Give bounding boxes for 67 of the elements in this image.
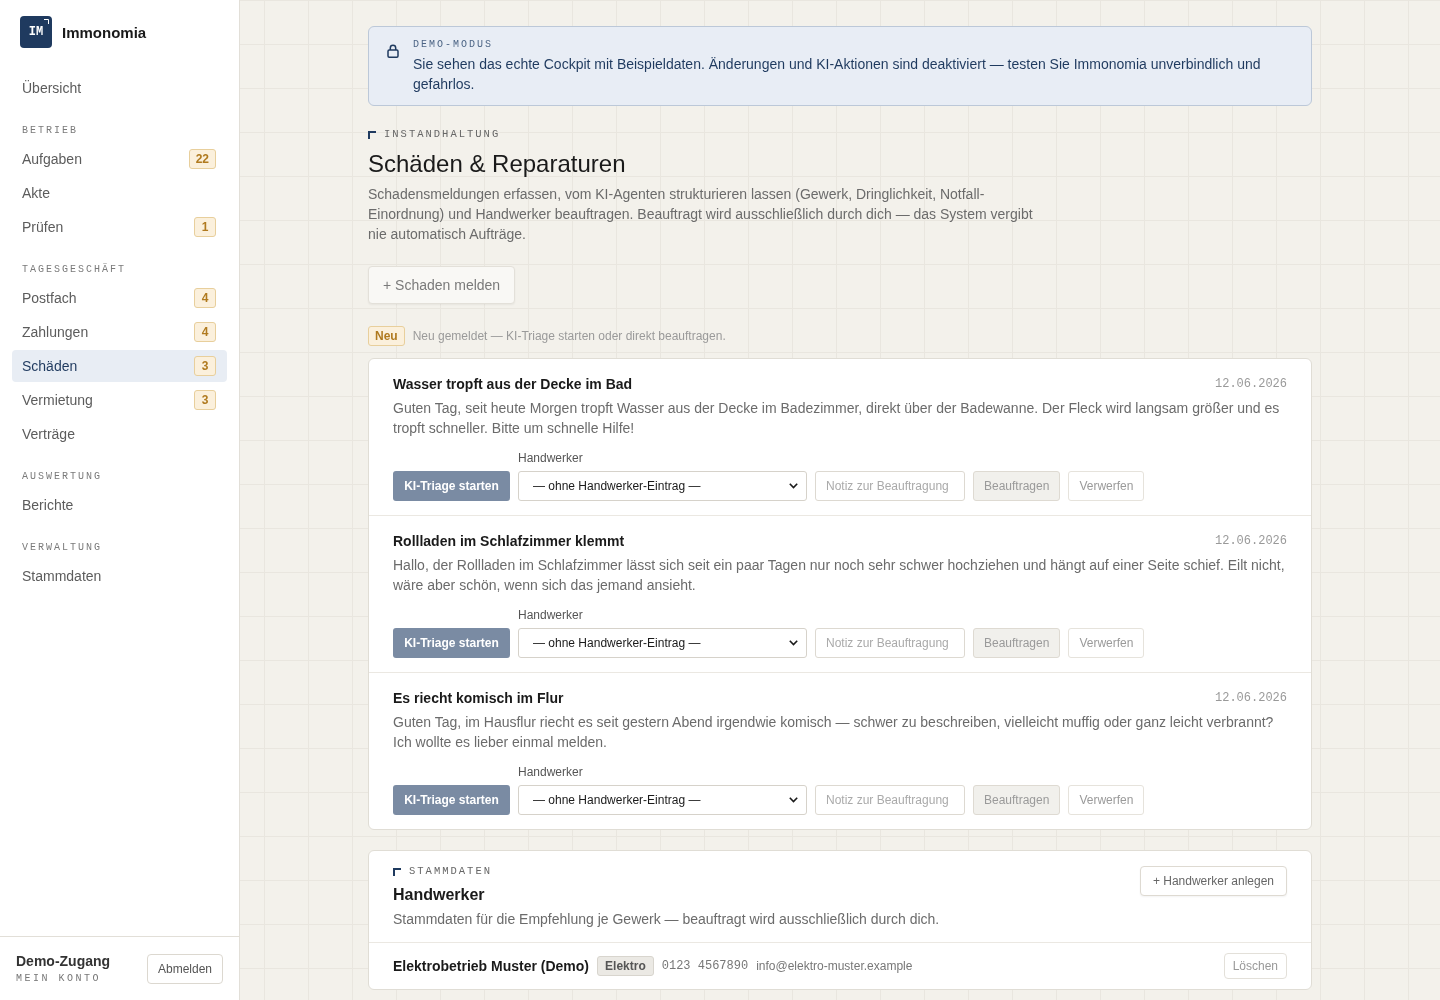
banner-title: DEMO-MODUS xyxy=(413,38,493,52)
craftsman-name: Elektrobetrieb Muster (Demo) xyxy=(393,958,590,974)
section-eyebrow: INSTANDHALTUNG xyxy=(384,128,501,141)
field-label: Handwerker xyxy=(518,607,583,623)
chevron-down-icon xyxy=(789,797,798,803)
count-badge: 1 xyxy=(194,217,216,237)
nav-item[interactable]: Verträge xyxy=(12,418,227,450)
nav-item[interactable]: Akte xyxy=(12,177,227,209)
add-craftsman-button[interactable]: + Handwerker anlegen xyxy=(1139,866,1287,896)
report-text: Guten Tag, im Hausflur riecht es seit gestern Abend irgendwie komisch — schwer zu beschreiben, vielleicht muffig oder ganz leicht verbrannt? Ich wollte es lieber einmal melden. xyxy=(393,713,1275,752)
craftsman-dropdown[interactable]: — ohne Handwerker-Eintrag — xyxy=(518,785,807,815)
nav-section-title: AUSWERTUNG xyxy=(22,470,102,483)
nav-item[interactable]: Postfach 4 xyxy=(12,282,227,314)
count-badge: 22 xyxy=(188,149,216,169)
report-title: Wasser tropft aus der Decke im Bad xyxy=(393,375,633,394)
count-badge: 3 xyxy=(194,390,216,410)
corner-mark-icon xyxy=(44,19,49,24)
corner-bracket-icon xyxy=(368,130,376,139)
account-name: Demo-Zugang xyxy=(16,952,111,970)
report-date: 12.06.2026 xyxy=(1215,534,1287,548)
nav-section-title: VERWALTUNG xyxy=(22,541,102,554)
nav-item[interactable]: Übersicht xyxy=(12,72,227,104)
count-badge: 4 xyxy=(194,322,216,342)
craftsman-email: info@elektro-muster.example xyxy=(756,959,913,973)
account-caption: MEIN KONTO xyxy=(16,972,101,985)
field-label: Handwerker xyxy=(518,450,583,466)
logout-button[interactable]: Abmelden xyxy=(146,953,223,984)
chevron-down-icon xyxy=(789,483,798,489)
craftsman-phone: 0123 4567890 xyxy=(661,959,749,973)
section-title: Handwerker xyxy=(393,885,485,905)
report-title: Es riecht komisch im Flur xyxy=(393,689,564,708)
count-badge: 3 xyxy=(194,356,216,376)
nav-item[interactable]: Aufgaben 22 xyxy=(12,143,227,175)
note-input-field[interactable]: Notiz zur Beauftragung xyxy=(815,628,965,658)
nav-item[interactable]: Schäden 3 xyxy=(12,350,227,382)
status-badge: Neu xyxy=(368,326,405,346)
status-hint: Neu gemeldet — KI-Triage starten oder direkt beauftragen. xyxy=(412,329,726,343)
craftsman-dropdown[interactable]: — ohne Handwerker-Eintrag — xyxy=(518,628,807,658)
brand-name: Immonomia xyxy=(62,23,147,41)
lock-icon xyxy=(387,44,399,58)
nav-item[interactable]: Berichte xyxy=(12,489,227,521)
report-date: 12.06.2026 xyxy=(1215,377,1287,391)
note-input-field[interactable]: Notiz zur Beauftragung xyxy=(815,785,965,815)
report-date: 12.06.2026 xyxy=(1215,691,1287,705)
report-damage-button[interactable]: + Schaden melden xyxy=(368,266,516,304)
count-badge: 4 xyxy=(194,288,216,308)
corner-bracket-icon xyxy=(393,867,401,876)
nav-item[interactable]: Zahlungen 4 xyxy=(12,316,227,348)
logo-monogram: IM xyxy=(28,25,44,39)
report-text: Guten Tag, seit heute Morgen tropft Wasser aus der Decke im Badezimmer, direkt über der Badewanne. Der Fleck wird langsam größer und es tropft schneller. Bitte um schnelle Hilfe! xyxy=(393,399,1281,438)
craftsman-dropdown[interactable]: — ohne Handwerker-Eintrag — xyxy=(518,471,807,501)
banner-text: Sie sehen das echte Cockpit mit Beispieldaten. Änderungen und KI-Aktionen sind deaktiviert — testen Sie Immonomia unverbindlich und gefahrlos. xyxy=(413,55,1262,94)
chevron-down-icon xyxy=(789,640,798,646)
page-description: Schadensmeldungen erfassen, vom KI-Agenten strukturieren lassen (Gewerk, Dringlichkeit, Notfall-Einordnung) und Handwerker beauftragen. Beauftragt wird ausschließlich durch dich — das System vergibt nie automatisch Aufträge. xyxy=(368,185,1034,244)
nav-item[interactable]: Vermietung 3 xyxy=(12,384,227,416)
nav-item[interactable]: Stammdaten xyxy=(12,560,227,592)
report-text: Hallo, der Rollladen im Schlafzimmer lässt sich seit ein paar Tagen nur noch sehr schwer hochziehen und hängt auf einer Seite schief. Eilt nicht, wäre aber schön, wenn sich das jemand ansieht. xyxy=(393,556,1286,595)
page-title: Schäden & Reparaturen xyxy=(368,149,626,179)
note-input-field[interactable]: Notiz zur Beauftragung xyxy=(815,471,965,501)
nav-item[interactable]: Prüfen 1 xyxy=(12,211,227,243)
trade-tag: Elektro xyxy=(597,956,654,976)
section-eyebrow: STAMMDATEN xyxy=(409,865,492,878)
nav-section-title: BETRIEB xyxy=(22,124,78,137)
nav-section-title: TAGESGESCHÄFT xyxy=(22,263,126,276)
section-description: Stammdaten für die Empfehlung je Gewerk — beauftragt wird ausschließlich durch dich. xyxy=(393,910,940,929)
field-label: Handwerker xyxy=(518,764,583,780)
report-title: Rollladen im Schlafzimmer klemmt xyxy=(393,532,625,551)
